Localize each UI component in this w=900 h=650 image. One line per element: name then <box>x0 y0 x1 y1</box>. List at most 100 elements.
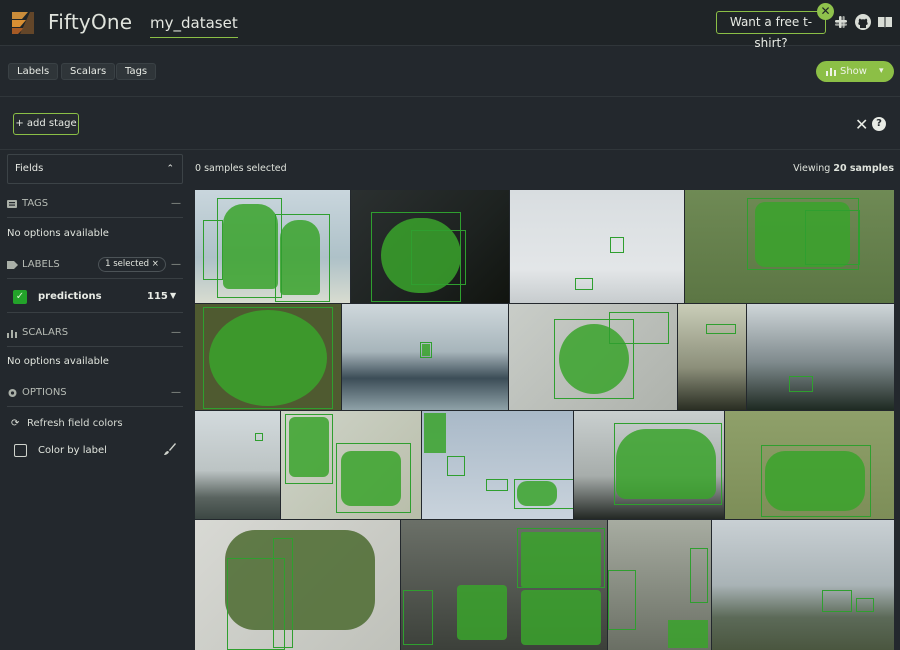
collapse-icon[interactable]: — <box>171 324 181 342</box>
docs-book-icon[interactable] <box>876 13 894 31</box>
bounding-box[interactable] <box>609 312 669 344</box>
refresh-icon: ⟳ <box>11 418 20 429</box>
sample-tile-broccoli-plate[interactable] <box>351 190 509 303</box>
field-name: predictions <box>38 291 102 302</box>
checkbox-checked-icon[interactable]: ✓ <box>13 290 27 304</box>
grid-header: 0 samples selected Viewing 20 samples <box>190 151 900 187</box>
sample-tile-ocean-wave-surfer[interactable] <box>342 304 508 410</box>
bounding-box[interactable] <box>517 528 605 588</box>
color-by-label-toggle[interactable]: Color by label <box>11 442 181 464</box>
bounding-box[interactable] <box>706 324 736 334</box>
bounding-box[interactable] <box>761 445 871 517</box>
sample-tile-cattle-in-field[interactable] <box>685 190 894 303</box>
scalars-section-header[interactable]: SCALARS — <box>7 324 183 342</box>
tags-section-title: TAGS <box>22 198 49 209</box>
viewing-count: Viewing 20 samples <box>793 163 894 174</box>
selected-labels-badge[interactable]: 1 selected × <box>98 257 166 272</box>
bounding-box[interactable] <box>203 220 223 280</box>
sample-tile-street-facade[interactable] <box>608 520 711 650</box>
tags-empty-text: No options available <box>7 228 109 239</box>
sample-tile-kite-in-sky[interactable] <box>422 411 573 519</box>
github-icon[interactable] <box>854 13 872 31</box>
sample-tile-pasta-dish[interactable] <box>195 520 400 650</box>
sample-tile-people-on-beach[interactable] <box>195 190 350 303</box>
bounding-box[interactable] <box>575 278 593 290</box>
collapse-icon[interactable]: — <box>171 384 181 402</box>
bounding-box[interactable] <box>336 443 411 513</box>
fields-dropdown[interactable]: Fields ⌃ <box>7 154 183 184</box>
options-section-title: OPTIONS <box>22 387 67 398</box>
sample-tile-countryside-field[interactable] <box>712 520 894 650</box>
sample-tile-living-room-chairs[interactable] <box>401 520 607 650</box>
tab-scalars[interactable]: Scalars <box>61 63 116 80</box>
sample-tile-harbor-boats[interactable] <box>195 411 280 519</box>
chevron-down-icon: ▾ <box>879 66 884 76</box>
bounding-box[interactable] <box>856 598 874 612</box>
segmentation-mask <box>668 620 708 648</box>
collapse-icon[interactable]: — <box>171 195 181 213</box>
options-section-header[interactable]: OPTIONS — <box>7 384 183 402</box>
fiftyone-logo-icon[interactable] <box>8 7 38 37</box>
top-bar: FiftyOne my_dataset Want a free t-shirt?… <box>0 0 900 50</box>
divider <box>7 278 183 279</box>
sample-tile-bowl-of-food[interactable] <box>195 304 341 410</box>
tag-icon <box>7 200 17 208</box>
brand-name[interactable]: FiftyOne <box>48 10 132 34</box>
clear-view-icon[interactable]: ✕ <box>855 115 868 134</box>
viewing-prefix: Viewing <box>793 163 831 174</box>
bounding-box[interactable] <box>285 414 333 484</box>
label-tag-icon <box>7 261 18 269</box>
bounding-box[interactable] <box>514 479 573 509</box>
sample-tile-pizza-on-table[interactable] <box>509 304 677 410</box>
bounding-box[interactable] <box>608 570 636 630</box>
paint-brush-icon[interactable] <box>162 442 177 457</box>
collapse-icon[interactable]: — <box>171 256 181 274</box>
bounding-box[interactable] <box>610 237 624 253</box>
bounding-box[interactable] <box>203 307 333 409</box>
refresh-colors-button[interactable]: ⟳ Refresh field colors <box>11 418 123 429</box>
bounding-box[interactable] <box>403 590 433 645</box>
field-count: 115 <box>147 291 168 302</box>
scalars-section-title: SCALARS <box>22 327 69 338</box>
help-icon[interactable]: ? <box>872 117 886 131</box>
sample-tile-cup-and-fork[interactable] <box>281 411 421 519</box>
bounding-box[interactable] <box>420 342 432 358</box>
segmentation-mask <box>521 590 601 645</box>
bounding-box[interactable] <box>273 538 293 648</box>
sample-tile-dog-on-grass[interactable] <box>725 411 894 519</box>
bounding-box[interactable] <box>486 479 508 491</box>
tags-section-header[interactable]: TAGS — <box>7 195 183 213</box>
bounding-box[interactable] <box>805 210 860 265</box>
sample-tile-snowy-slope-skier[interactable] <box>510 190 684 303</box>
dataset-selector[interactable]: my_dataset <box>150 14 238 38</box>
tab-tags[interactable]: Tags <box>116 63 157 80</box>
bar-chart-icon <box>826 68 836 76</box>
add-stage-button[interactable]: + add stage <box>13 113 79 135</box>
viewing-number: 20 samples <box>833 163 894 174</box>
show-button[interactable]: Show ▾ <box>816 61 894 82</box>
chevron-up-icon: ⌃ <box>166 164 174 174</box>
bar-chart-icon <box>7 330 17 338</box>
bounding-box[interactable] <box>411 230 466 285</box>
field-predictions-row[interactable]: ✓ predictions 115 ▼ <box>7 286 183 308</box>
bounding-box[interactable] <box>275 214 330 302</box>
sample-tile-cat-on-ledge[interactable] <box>574 411 724 519</box>
chevron-down-icon[interactable]: ▼ <box>170 291 176 300</box>
selected-count: 0 samples selected <box>195 163 287 174</box>
bounding-box[interactable] <box>614 423 722 505</box>
sample-tile-rocky-shore[interactable] <box>678 304 746 410</box>
free-tshirt-button[interactable]: Want a free t-shirt? <box>716 11 826 50</box>
sample-tile-mountain-landscape[interactable] <box>747 304 894 410</box>
bounding-box[interactable] <box>217 198 282 298</box>
slack-icon[interactable] <box>832 13 850 31</box>
color-by-label-text: Color by label <box>38 445 107 456</box>
checkbox-unchecked-icon[interactable] <box>14 444 27 457</box>
bounding-box[interactable] <box>822 590 852 612</box>
tab-labels[interactable]: Labels <box>8 63 59 80</box>
bounding-box[interactable] <box>447 456 465 476</box>
divider <box>7 312 183 313</box>
bounding-box[interactable] <box>255 433 263 441</box>
bounding-box[interactable] <box>789 376 813 392</box>
scalars-empty-text: No options available <box>7 356 109 367</box>
bounding-box[interactable] <box>690 548 708 603</box>
